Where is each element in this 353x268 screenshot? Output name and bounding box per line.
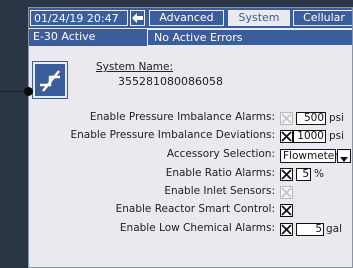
datetime: 01/24/19 20:47 [30,10,128,26]
ratio-alarms-value[interactable]: 5 [296,168,311,181]
ratio-alarms-unit: % [314,168,324,180]
inlet-sensors-label: Enable Inlet Sensors: [164,185,275,197]
tab-advanced[interactable]: Advanced [149,10,224,26]
error-status: No Active Errors [147,29,352,46]
inlet-sensors-checkbox[interactable] [280,186,293,199]
low-chemical-alarms-label: Enable Low Chemical Alarms: [119,222,275,234]
back-arrow-button[interactable] [130,10,145,26]
arrow-left-icon [132,13,143,23]
ratio-alarms-checkbox[interactable] [280,168,293,181]
system-name-label: System Name: [96,61,174,73]
chevron-down-icon [340,157,348,162]
low-chemical-alarms-checkbox[interactable] [280,223,293,236]
pressure-imbalance-alarms-value[interactable]: 500 [296,112,326,125]
reactor-smart-control-label: Enable Reactor Smart Control: [115,203,275,215]
pressure-imbalance-deviations-unit: psi [329,130,345,142]
tab-system[interactable]: System [228,10,290,26]
pressure-imbalance-alarms-label: Enable Pressure Imbalance Alarms: [89,111,275,123]
accessory-selection-label: Accessory Selection: [166,148,275,160]
unit-status: E-30 Active [33,30,96,43]
pressure-imbalance-deviations-value[interactable]: 1000 [293,130,326,143]
pressure-imbalance-deviations-checkbox[interactable] [280,130,293,143]
error-bar: E-30 Active No Active Errors [29,29,352,46]
pressure-imbalance-alarms-checkbox[interactable] [280,112,293,125]
system-name-value: 355281080086058 [118,75,223,88]
pressure-imbalance-alarms-unit: psi [329,112,345,124]
accessory-selection-dropdown[interactable]: Flowmeter [280,149,339,163]
system-setup-screen: 01/24/19 20:47 Advanced System Cellular … [28,7,353,268]
pressure-imbalance-deviations-label: Enable Pressure Imbalance Deviations: [70,129,275,141]
low-chemical-alarms-value[interactable]: 5 [296,223,324,236]
ratio-alarms-label: Enable Ratio Alarms: [165,167,275,179]
low-chemical-alarms-unit: gal [326,223,343,235]
accessory-selection-dropdown-button[interactable] [337,149,351,163]
reactor-smart-control-checkbox[interactable] [280,204,293,217]
tab-cellular[interactable]: Cellular [293,10,352,26]
system-settings-icon [33,62,67,98]
status-bar: 01/24/19 20:47 Advanced System Cellular [29,8,352,28]
callout-dot [24,87,33,96]
